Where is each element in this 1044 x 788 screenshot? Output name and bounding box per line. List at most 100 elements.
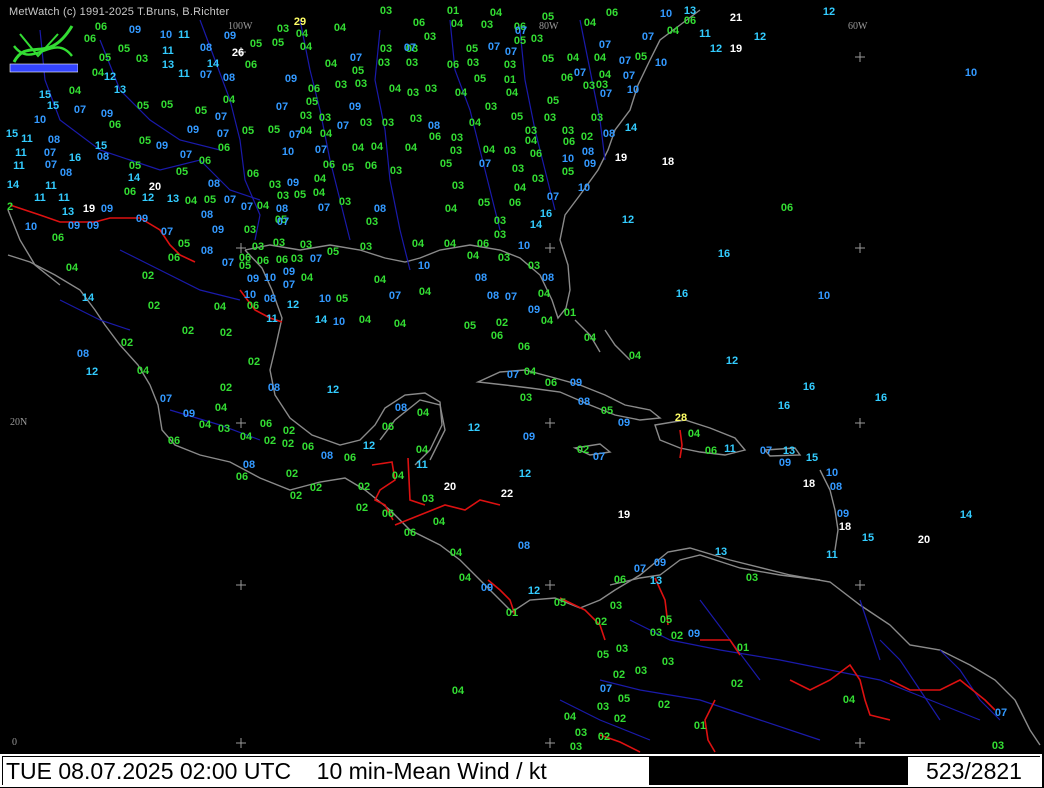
- wind-observation: 03: [335, 79, 347, 91]
- wind-observation: 07: [389, 290, 401, 302]
- wind-observation: 06: [561, 72, 573, 84]
- wind-observation: 06: [382, 421, 394, 433]
- wind-observation: 04: [483, 144, 496, 156]
- wind-observation: 2: [7, 201, 13, 213]
- wind-observation: 03: [992, 740, 1004, 752]
- wind-observation: 06: [260, 418, 272, 430]
- wind-observation: 12: [710, 43, 722, 55]
- wind-observation: 19: [83, 203, 95, 215]
- wind-observation: 10: [282, 146, 294, 158]
- wind-observation: 13: [167, 193, 179, 205]
- wind-observation: 18: [839, 521, 851, 533]
- wind-observation: 18: [662, 156, 674, 168]
- wind-observation: 03: [424, 31, 436, 43]
- wind-observation: 04: [185, 195, 198, 207]
- wind-observation: 09: [618, 417, 630, 429]
- lat-label-20n: 20N: [10, 417, 28, 428]
- wind-observation: 04: [452, 685, 465, 697]
- wind-observation: 03: [382, 117, 394, 129]
- wind-observation: 13: [162, 59, 174, 71]
- wind-observation: 03: [452, 180, 464, 192]
- wind-observation: 07: [623, 70, 635, 82]
- wind-observation: 29: [294, 16, 306, 28]
- wind-observation: 06: [109, 119, 121, 131]
- wind-observation: 03: [422, 493, 434, 505]
- wind-observation: 15: [806, 452, 818, 464]
- wind-observation: 07: [642, 31, 654, 43]
- wind-observation: 04: [584, 332, 597, 344]
- wind-observation: 14: [7, 179, 20, 191]
- wind-observation: 11: [13, 160, 25, 172]
- wind-observation: 05: [195, 105, 207, 117]
- wind-observation: 04: [320, 128, 333, 140]
- wind-observation: 09: [283, 266, 295, 278]
- wind-observation: 09: [156, 140, 168, 152]
- wind-observation: 11: [699, 28, 711, 40]
- wind-observation: 11: [21, 133, 33, 145]
- wind-observation: 26: [232, 47, 244, 59]
- wind-observation: 04: [214, 301, 227, 313]
- wind-observation: 03: [494, 215, 506, 227]
- wind-observation: 06: [308, 83, 320, 95]
- wind-observation: 10: [660, 8, 672, 20]
- wind-observation: 13: [650, 575, 662, 587]
- wind-observation: 04: [314, 173, 327, 185]
- country-borders: [9, 204, 996, 753]
- wind-observation: 12: [823, 6, 835, 18]
- wind-observation: 03: [425, 83, 437, 95]
- wind-observation: 05: [514, 35, 526, 47]
- wind-observation: 02: [310, 482, 322, 494]
- wind-observation: 03: [406, 57, 418, 69]
- wind-observation: 04: [445, 203, 458, 215]
- wind-observation: 12: [104, 71, 116, 83]
- wind-observation: 05: [129, 160, 141, 172]
- wind-observation: 03: [596, 79, 608, 91]
- wind-observation: 06: [491, 330, 503, 342]
- wind-observation: 04: [296, 28, 309, 40]
- wind-observation: 03: [591, 112, 603, 124]
- wind-observation: 05: [660, 614, 672, 626]
- wind-observation: 04: [394, 318, 407, 330]
- wind-observation: 11: [826, 549, 838, 561]
- wind-observation: 03: [570, 741, 582, 753]
- wind-observation: 04: [594, 52, 607, 64]
- wind-observation: 11: [178, 29, 190, 41]
- wind-observation: 03: [532, 173, 544, 185]
- wind-observation: 04: [584, 17, 597, 29]
- wind-observation: 08: [518, 540, 530, 552]
- wind-observation: 08: [578, 396, 590, 408]
- wind-observation: 06: [276, 254, 288, 266]
- wind-observation: 10: [818, 290, 830, 302]
- wind-observation: 03: [662, 656, 674, 668]
- wind-observation: 02: [598, 731, 610, 743]
- wind-observation: 06: [302, 441, 314, 453]
- wind-observation: 09: [183, 408, 195, 420]
- wind-observation: 05: [327, 246, 339, 258]
- wind-observation: 07: [600, 683, 612, 695]
- wind-observation: 08: [48, 134, 60, 146]
- wind-observation: 11: [266, 313, 278, 325]
- wind-observation: 14: [960, 509, 973, 521]
- wind-observation: 02: [283, 425, 295, 437]
- wind-observation: 01: [694, 720, 706, 732]
- wind-observation: 08: [243, 459, 255, 471]
- wind-observation: 22: [501, 488, 513, 500]
- wind-observation: 07: [215, 111, 227, 123]
- wind-observation: 07: [404, 42, 416, 54]
- wind-observation: 07: [337, 120, 349, 132]
- wind-observation: 04: [412, 238, 425, 250]
- wind-observation: 02: [671, 630, 683, 642]
- wind-observation: 06: [563, 136, 575, 148]
- wind-observation: 12: [142, 192, 154, 204]
- wind-observation: 07: [160, 393, 172, 405]
- wind-observation: 15: [6, 128, 18, 140]
- wind-observation: 04: [455, 87, 468, 99]
- wind-observation: 03: [277, 23, 289, 35]
- wind-observation: 07: [593, 451, 605, 463]
- wind-observation: 04: [417, 407, 430, 419]
- wind-observation: 09: [654, 557, 666, 569]
- wind-observation: 05: [118, 43, 130, 55]
- wind-observation: 04: [469, 117, 482, 129]
- wind-observation: 10: [562, 153, 574, 165]
- wind-observation: 13: [783, 445, 795, 457]
